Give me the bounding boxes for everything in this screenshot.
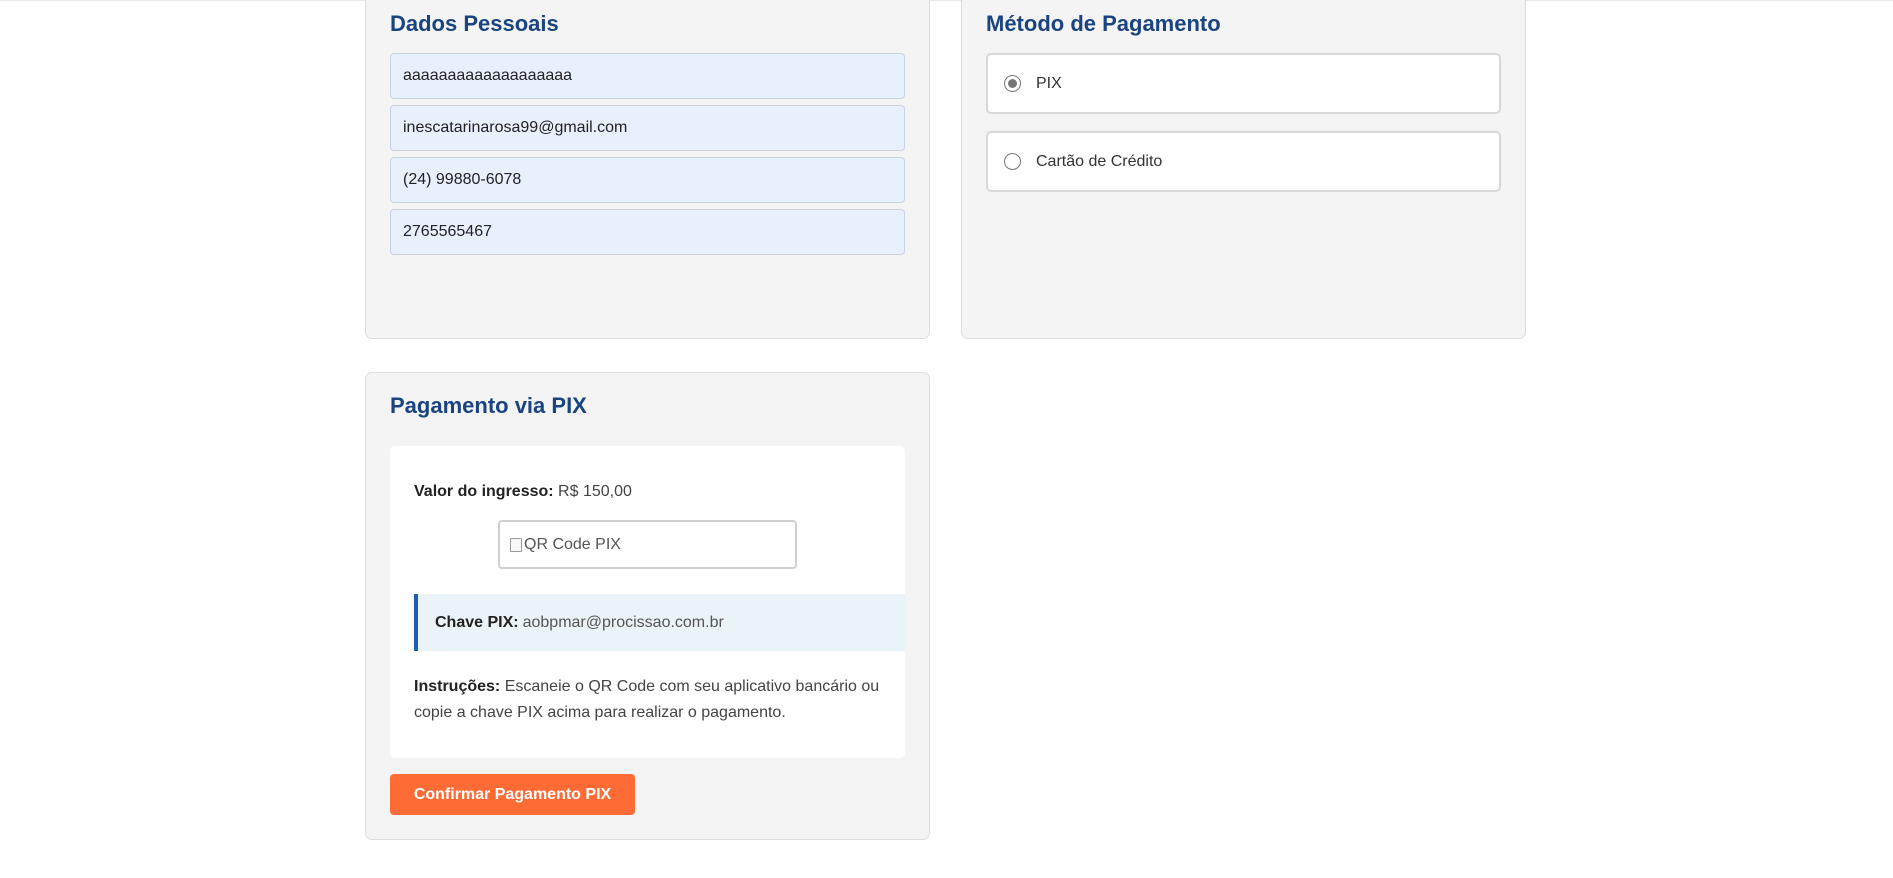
confirm-pix-payment-button[interactable]: Confirmar Pagamento PIX	[390, 774, 635, 815]
radio-unselected-icon[interactable]	[1004, 153, 1021, 170]
pix-key-value: aobpmar@procissao.com.br	[522, 613, 724, 631]
payment-option-credit-card[interactable]: Cartão de Crédito	[986, 131, 1501, 192]
payment-instructions: Instruções: Escaneie o QR Code com seu a…	[414, 674, 894, 726]
pix-payment-panel: Pagamento via PIX Valor do ingresso: R$ …	[365, 372, 930, 840]
payment-method-title: Método de Pagamento	[986, 11, 1221, 36]
email-field[interactable]	[390, 105, 905, 151]
personal-data-panel: Dados Pessoais	[365, 0, 930, 339]
pix-key-label: Chave PIX:	[435, 613, 519, 631]
payment-option-pix-label: PIX	[1036, 74, 1062, 92]
ticket-value-line: Valor do ingresso: R$ 150,00	[414, 483, 632, 501]
qr-code-image: QR Code PIX	[498, 520, 797, 569]
personal-data-title: Dados Pessoais	[390, 11, 559, 36]
page-top-border	[0, 0, 1893, 1]
phone-field[interactable]	[390, 157, 905, 203]
payment-option-credit-card-label: Cartão de Crédito	[1036, 152, 1163, 170]
qr-code-alt-text: QR Code PIX	[524, 535, 621, 553]
pix-payment-title: Pagamento via PIX	[390, 393, 587, 418]
document-field[interactable]	[390, 209, 905, 255]
instructions-label: Instruções:	[414, 678, 501, 695]
name-field[interactable]	[390, 53, 905, 99]
pix-key-box: Chave PIX: aobpmar@procissao.com.br	[414, 594, 905, 651]
broken-image-icon	[510, 537, 522, 552]
ticket-value-label: Valor do ingresso:	[414, 483, 554, 500]
ticket-value: R$ 150,00	[558, 483, 632, 500]
pix-details-box: Valor do ingresso: R$ 150,00 QR Code PIX…	[390, 446, 905, 758]
payment-method-panel: Método de Pagamento PIX Cartão de Crédit…	[961, 0, 1526, 339]
radio-selected-icon[interactable]	[1004, 75, 1021, 92]
payment-option-pix[interactable]: PIX	[986, 53, 1501, 114]
